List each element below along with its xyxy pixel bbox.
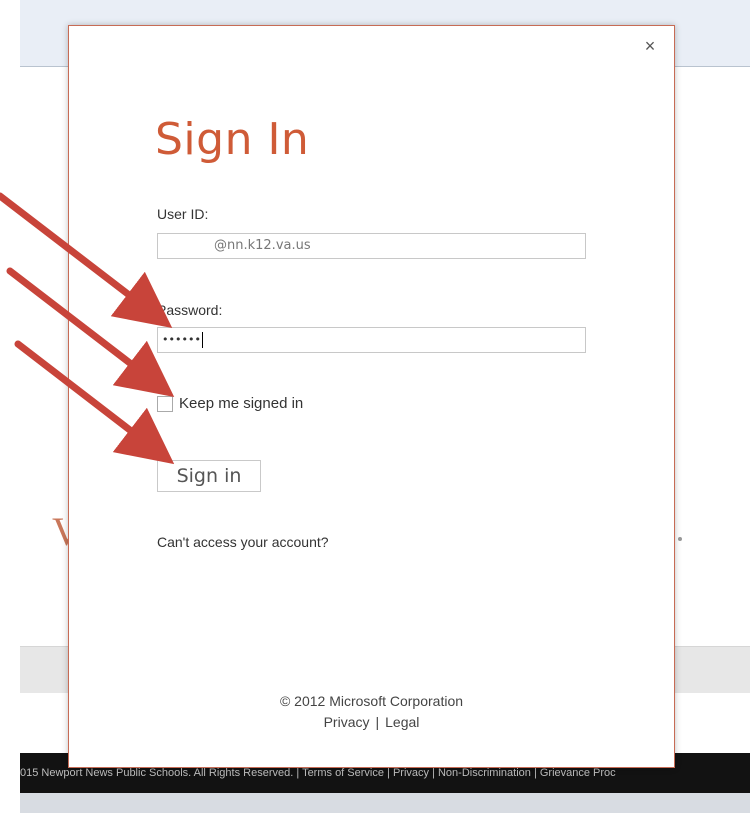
legal-link[interactable]: Legal — [385, 714, 419, 730]
keep-signed-in-label[interactable]: Keep me signed in — [179, 395, 303, 412]
dialog-title: Sign In — [155, 114, 310, 165]
cant-access-account-link[interactable]: Can't access your account? — [157, 534, 329, 550]
copyright-text: © 2012 Microsoft Corporation — [279, 693, 464, 709]
password-value: •••••• — [162, 333, 201, 346]
footer-links: Privacy | Legal — [69, 714, 674, 730]
password-label: Password: — [157, 302, 223, 318]
background-footer-text: 015 Newport News Public Schools. All Rig… — [20, 767, 616, 779]
privacy-link[interactable]: Privacy — [324, 714, 370, 730]
background-dot — [678, 537, 682, 541]
keep-signed-in-checkbox[interactable] — [157, 396, 173, 412]
user-id-input[interactable]: @nn.k12.va.us — [157, 233, 586, 259]
background-left-edge — [0, 0, 20, 813]
sign-in-button[interactable]: Sign in — [157, 460, 261, 492]
user-id-value: @nn.k12.va.us — [214, 238, 311, 253]
sign-in-dialog: × Sign In User ID: @nn.k12.va.us Passwor… — [68, 25, 675, 768]
close-icon[interactable]: × — [640, 36, 660, 56]
user-id-label: User ID: — [157, 206, 209, 222]
password-input[interactable]: •••••• — [157, 327, 586, 353]
background-bottom-band — [20, 793, 750, 813]
link-separator: | — [375, 714, 380, 730]
text-caret — [201, 332, 203, 348]
